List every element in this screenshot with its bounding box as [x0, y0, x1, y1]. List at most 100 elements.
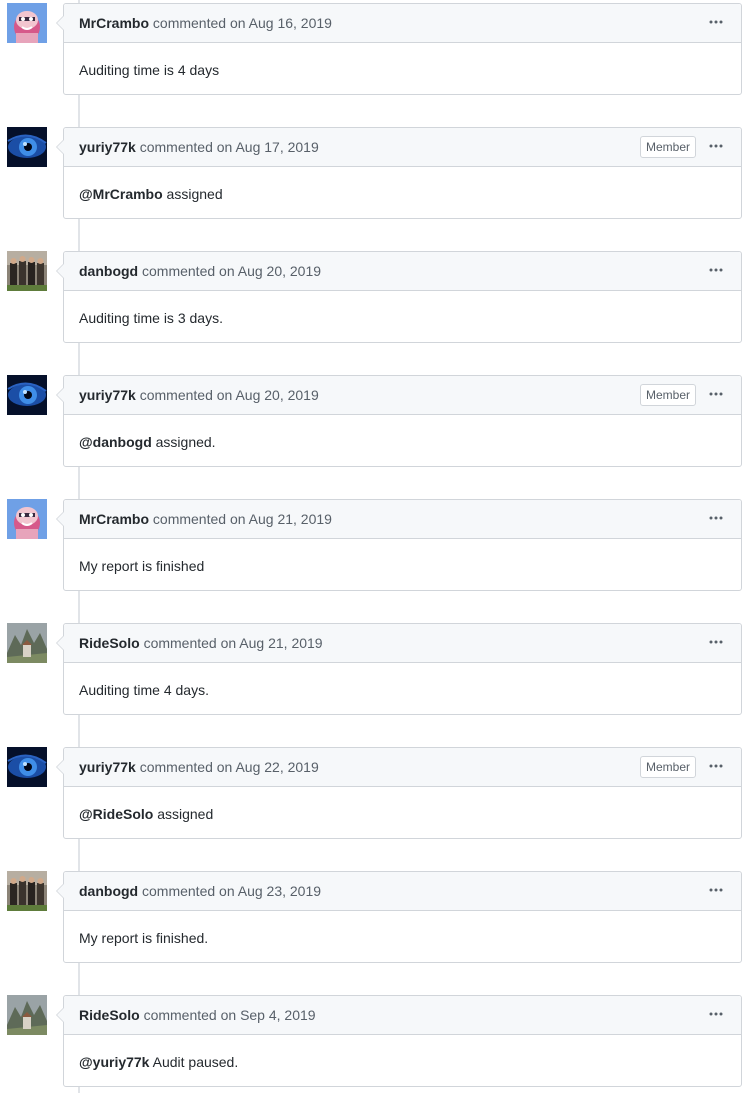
comment-meta: yuriy77k commented on Aug 17, 2019: [79, 139, 319, 155]
comment-body: Auditing time is 4 days: [79, 62, 219, 78]
mention-link[interactable]: @danbogd: [79, 434, 152, 450]
avatar[interactable]: [7, 251, 47, 291]
comment-author-link[interactable]: RideSolo: [79, 635, 140, 651]
comment-header: yuriy77k commented on Aug 20, 2019 Membe…: [64, 376, 741, 415]
comment-author-link[interactable]: RideSolo: [79, 1007, 140, 1023]
comment-action-text: commented on: [139, 387, 233, 403]
comment-body: Auditing time is 3 days.: [79, 310, 223, 326]
comment-author-link[interactable]: yuriy77k: [79, 139, 136, 155]
comment-box: RideSolo commented on Aug 21, 2019 Audit…: [56, 623, 742, 715]
comment-item: yuriy77k commented on Aug 22, 2019 Membe…: [0, 747, 746, 839]
comment-date-link[interactable]: Aug 23, 2019: [238, 883, 321, 899]
avatar[interactable]: [7, 623, 47, 663]
more-options-icon[interactable]: [704, 508, 728, 528]
comment-date-link[interactable]: Sep 4, 2019: [240, 1007, 316, 1023]
comment-body-text: Auditing time 4 days.: [79, 682, 209, 698]
comment-box: MrCrambo commented on Aug 16, 2019 Audit…: [56, 3, 742, 95]
comment-meta: MrCrambo commented on Aug 21, 2019: [79, 511, 332, 527]
comment-meta: yuriy77k commented on Aug 22, 2019: [79, 759, 319, 775]
comment-meta: MrCrambo commented on Aug 16, 2019: [79, 15, 332, 31]
comment-body-text: assigned: [162, 186, 223, 202]
comment-body-text: assigned: [153, 806, 214, 822]
more-options-icon[interactable]: [704, 136, 728, 156]
comment-body: @danbogd assigned.: [79, 434, 216, 450]
comment-box: yuriy77k commented on Aug 20, 2019 Membe…: [56, 375, 742, 467]
more-options-icon[interactable]: [704, 12, 728, 32]
comment-item: RideSolo commented on Aug 21, 2019 Audit…: [0, 623, 746, 715]
comment-box: RideSolo commented on Sep 4, 2019 @yuriy…: [56, 995, 742, 1087]
avatar[interactable]: [7, 871, 47, 911]
comment-body: Auditing time 4 days.: [79, 682, 209, 698]
more-options-icon[interactable]: [704, 384, 728, 404]
comment-action-text: commented on: [139, 759, 233, 775]
comment-header: danbogd commented on Aug 20, 2019: [64, 252, 741, 291]
member-badge: Member: [639, 756, 696, 778]
comment-author-link[interactable]: MrCrambo: [79, 511, 149, 527]
comment-action-text: commented on: [139, 139, 233, 155]
mention-link[interactable]: @MrCrambo: [79, 186, 163, 202]
comment-timeline: MrCrambo commented on Aug 16, 2019 Audit…: [0, 0, 746, 1093]
comment-date-link[interactable]: Aug 17, 2019: [235, 139, 318, 155]
comment-date-link[interactable]: Aug 20, 2019: [235, 387, 318, 403]
comment-body-text: Audit paused.: [149, 1054, 239, 1070]
more-options-icon[interactable]: [704, 260, 728, 280]
more-options-icon[interactable]: [704, 1004, 728, 1024]
comment-header: RideSolo commented on Sep 4, 2019: [64, 996, 741, 1035]
comment-body: My report is finished: [79, 558, 204, 574]
comment-body: @yuriy77k Audit paused.: [79, 1054, 238, 1070]
comment-author-link[interactable]: MrCrambo: [79, 15, 149, 31]
comment-action-text: commented on: [143, 1007, 237, 1023]
avatar[interactable]: [7, 499, 47, 539]
comment-action-text: commented on: [152, 15, 246, 31]
avatar[interactable]: [7, 995, 47, 1035]
comment-body-text: My report is finished.: [79, 930, 209, 946]
comment-date-link[interactable]: Aug 21, 2019: [249, 511, 332, 527]
more-options-icon[interactable]: [704, 756, 728, 776]
comment-meta: RideSolo commented on Sep 4, 2019: [79, 1007, 316, 1023]
comment-action-text: commented on: [142, 883, 235, 899]
comment-body: @MrCrambo assigned: [79, 186, 223, 202]
comment-meta: danbogd commented on Aug 23, 2019: [79, 883, 321, 899]
comment-body-text: Auditing time is 3 days.: [79, 310, 223, 326]
comment-item: yuriy77k commented on Aug 20, 2019 Membe…: [0, 375, 746, 467]
comment-box: yuriy77k commented on Aug 17, 2019 Membe…: [56, 127, 742, 219]
member-badge: Member: [639, 136, 696, 158]
comment-header: yuriy77k commented on Aug 22, 2019 Membe…: [64, 748, 741, 787]
avatar[interactable]: [7, 3, 47, 43]
member-badge: Member: [639, 384, 696, 406]
comment-header: RideSolo commented on Aug 21, 2019: [64, 624, 741, 663]
comment-body-text: My report is finished: [79, 558, 205, 574]
comment-author-link[interactable]: yuriy77k: [79, 387, 136, 403]
comment-action-text: commented on: [143, 635, 237, 651]
comment-box: MrCrambo commented on Aug 21, 2019 My re…: [56, 499, 742, 591]
comment-item: danbogd commented on Aug 23, 2019 My rep…: [0, 871, 746, 963]
more-options-icon[interactable]: [704, 632, 728, 652]
comment-author-link[interactable]: danbogd: [79, 263, 138, 279]
comment-body: @RideSolo assigned: [79, 806, 213, 822]
comment-date-link[interactable]: Aug 21, 2019: [239, 635, 322, 651]
comment-meta: danbogd commented on Aug 20, 2019: [79, 263, 321, 279]
mention-link[interactable]: @yuriy77k: [79, 1054, 149, 1070]
mention-link[interactable]: @RideSolo: [79, 806, 153, 822]
comment-date-link[interactable]: Aug 16, 2019: [249, 15, 332, 31]
comment-meta: RideSolo commented on Aug 21, 2019: [79, 635, 323, 651]
comment-action-text: commented on: [152, 511, 246, 527]
comment-box: danbogd commented on Aug 20, 2019 Auditi…: [56, 251, 742, 343]
comment-author-link[interactable]: yuriy77k: [79, 759, 136, 775]
avatar[interactable]: [7, 375, 47, 415]
comment-item: danbogd commented on Aug 20, 2019 Auditi…: [0, 251, 746, 343]
avatar[interactable]: [7, 747, 47, 787]
comment-author-link[interactable]: danbogd: [79, 883, 138, 899]
comment-body-text: Auditing time is 4 days: [79, 62, 220, 78]
comment-item: RideSolo commented on Sep 4, 2019 @yuriy…: [0, 995, 746, 1087]
comment-date-link[interactable]: Aug 20, 2019: [238, 263, 321, 279]
comment-meta: yuriy77k commented on Aug 20, 2019: [79, 387, 319, 403]
comment-header: MrCrambo commented on Aug 16, 2019: [64, 4, 741, 43]
avatar[interactable]: [7, 127, 47, 167]
comment-action-text: commented on: [142, 263, 235, 279]
comment-header: MrCrambo commented on Aug 21, 2019: [64, 500, 741, 539]
comment-item: MrCrambo commented on Aug 21, 2019 My re…: [0, 499, 746, 591]
comment-header: yuriy77k commented on Aug 17, 2019 Membe…: [64, 128, 741, 167]
more-options-icon[interactable]: [704, 880, 728, 900]
comment-date-link[interactable]: Aug 22, 2019: [235, 759, 318, 775]
